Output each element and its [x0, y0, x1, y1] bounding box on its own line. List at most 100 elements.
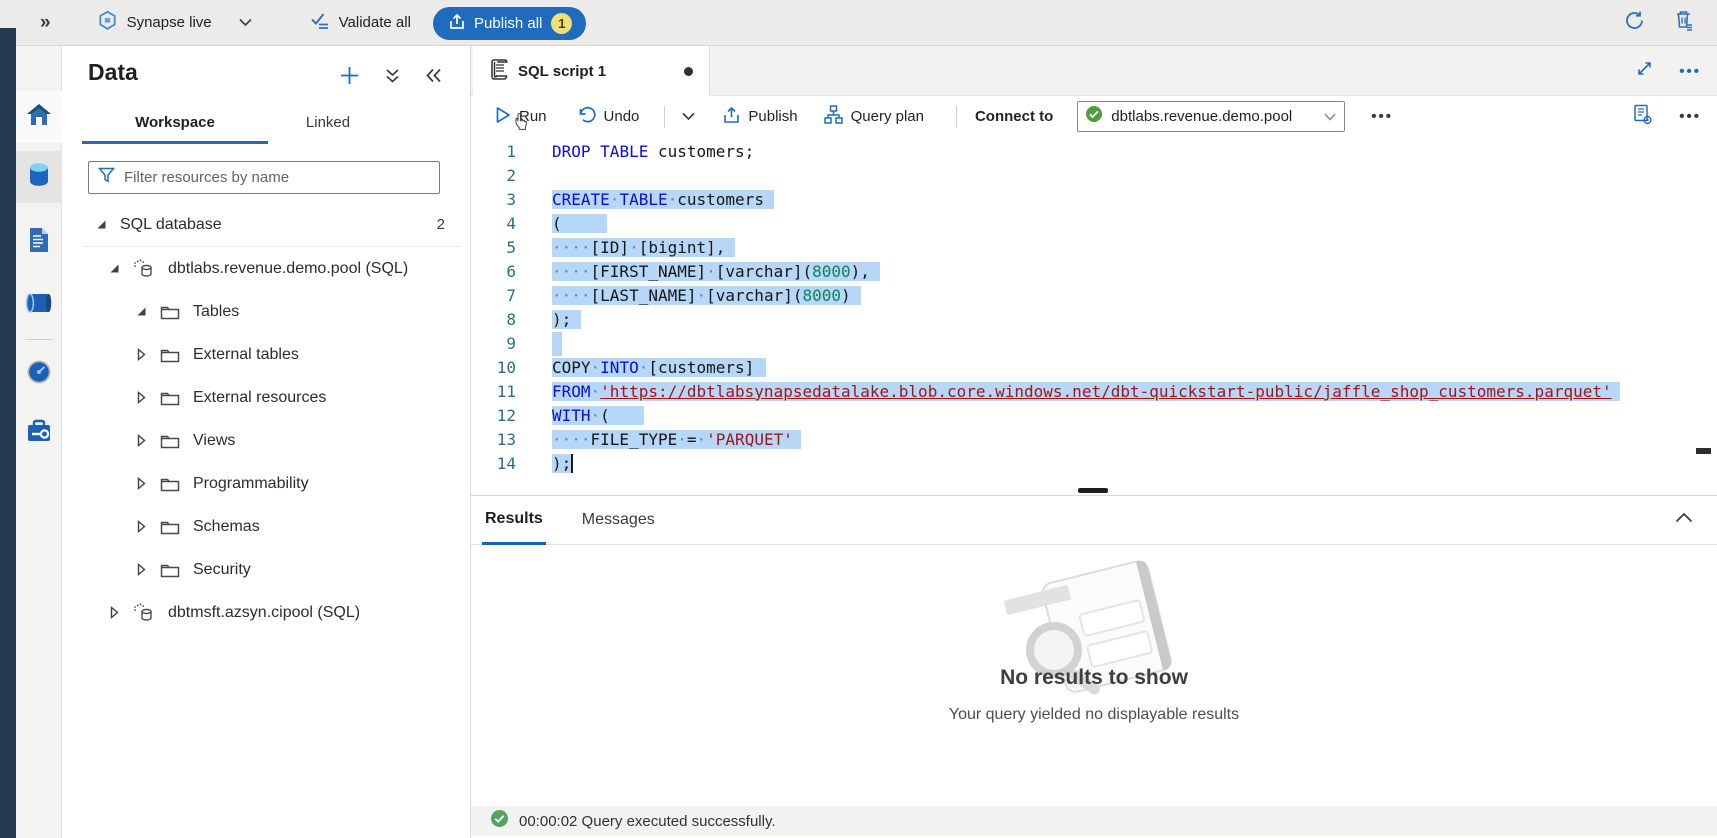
tree-item[interactable]: SQL database2	[62, 203, 471, 246]
code-line[interactable]: 6····[FIRST_NAME]·[varchar](8000),	[471, 260, 1717, 284]
folder-icon	[160, 476, 180, 492]
script-properties-icon[interactable]	[1633, 104, 1653, 130]
hub-home[interactable]	[16, 91, 62, 143]
expand-node-icon[interactable]	[135, 520, 147, 533]
object-tree: SQL database2dbtlabs.revenue.demo.pool (…	[62, 203, 471, 634]
unsaved-indicator	[684, 67, 693, 76]
code-line[interactable]: 10COPY·INTO·[customers]	[471, 356, 1717, 380]
expand-node-icon[interactable]	[108, 606, 120, 619]
tree-item[interactable]: Schemas	[62, 505, 471, 548]
panel-title: Data	[88, 59, 138, 86]
tree-item[interactable]: Programmability	[62, 462, 471, 505]
pool-status-check-icon	[1085, 105, 1103, 128]
tree-item[interactable]: Security	[62, 548, 471, 591]
collapse-panel-icon[interactable]	[426, 68, 442, 88]
resource-filter[interactable]	[88, 161, 440, 194]
expand-node-icon[interactable]	[135, 348, 147, 361]
expand-editor-icon[interactable]	[1636, 60, 1653, 82]
sql-pool-icon	[133, 603, 155, 622]
tree-item-label: External resources	[193, 389, 326, 407]
validate-all-button[interactable]: Validate all	[310, 12, 411, 34]
validate-label: Validate all	[339, 14, 411, 31]
tree-item-count: 2	[437, 216, 445, 233]
tree-item[interactable]: Views	[62, 419, 471, 462]
expand-node-icon[interactable]	[135, 391, 147, 404]
hub-integrate[interactable]	[16, 279, 62, 331]
publish-label: Publish	[748, 108, 797, 125]
tree-item[interactable]: External resources	[62, 376, 471, 419]
publish-all-label: Publish all	[474, 15, 542, 32]
code-line[interactable]: 9	[471, 332, 1717, 356]
code-line[interactable]: 14);	[471, 452, 1717, 476]
add-resource-icon[interactable]	[340, 66, 359, 90]
sql-script-icon	[489, 58, 508, 85]
undo-button[interactable]: Undo	[577, 106, 640, 128]
pane-splitter-handle[interactable]	[1078, 488, 1108, 493]
collapse-node-icon[interactable]	[108, 263, 120, 274]
tab-more-actions[interactable]: •••	[1679, 63, 1701, 80]
code-line[interactable]: 13····FILE_TYPE·=·'PARQUET'	[471, 428, 1717, 452]
editor-toolbar: Run Undo Publish	[471, 96, 1717, 137]
run-options-chevron-icon[interactable]	[682, 108, 695, 126]
code-text	[552, 332, 1717, 356]
tab-workspace[interactable]: Workspace	[82, 106, 268, 144]
tree-item[interactable]: dbtmsft.azsyn.cipool (SQL)	[62, 591, 471, 634]
publish-all-button[interactable]: Publish all 1	[433, 7, 586, 40]
hub-monitor[interactable]	[16, 348, 62, 400]
connect-to-label: Connect to	[975, 108, 1053, 125]
discard-trash-icon[interactable]	[1674, 9, 1695, 37]
filter-input[interactable]	[124, 169, 424, 186]
editor-scrollbar-thumb[interactable]	[1696, 448, 1711, 454]
main-area: SQL script 1 ••• Run U	[471, 46, 1717, 838]
expand-nav-icon[interactable]: »	[40, 12, 51, 34]
code-editor[interactable]: 1DROP TABLE customers;23CREATE·TABLE·cus…	[471, 137, 1717, 495]
tree-item[interactable]: Tables	[62, 290, 471, 333]
code-text: );	[552, 452, 1717, 476]
code-line[interactable]: 3CREATE·TABLE·customers	[471, 188, 1717, 212]
code-text: (	[552, 212, 1717, 236]
mode-selector[interactable]: Synapse live	[97, 10, 252, 36]
tab-messages[interactable]: Messages	[579, 496, 658, 545]
run-button[interactable]: Run	[495, 106, 547, 128]
tab-results[interactable]: Results	[482, 496, 546, 545]
pool-selector-dropdown[interactable]: dbtlabs.revenue.demo.pool	[1077, 101, 1345, 132]
folder-icon	[160, 304, 180, 320]
folder-icon	[160, 347, 180, 363]
collapse-node-icon[interactable]	[95, 219, 107, 230]
code-line[interactable]: 12WITH·(	[471, 404, 1717, 428]
expand-node-icon[interactable]	[135, 434, 147, 447]
code-line[interactable]: 4(	[471, 212, 1717, 236]
line-number: 8	[471, 308, 552, 332]
tree-item-label: Tables	[193, 303, 239, 321]
code-line[interactable]: 7····[LAST_NAME]·[varchar](8000)	[471, 284, 1717, 308]
collapse-all-icon[interactable]	[385, 68, 400, 89]
publish-button[interactable]: Publish	[723, 106, 797, 128]
code-text: FROM·'https://dbtlabsynapsedatalake.blob…	[552, 380, 1717, 404]
tab-linked[interactable]: Linked	[268, 106, 388, 144]
query-plan-button[interactable]: Query plan	[824, 105, 924, 128]
code-line[interactable]: 2	[471, 164, 1717, 188]
synapse-studio: » Synapse live Validate all Publish all …	[0, 0, 1717, 838]
hub-develop[interactable]	[16, 216, 62, 268]
expand-node-icon[interactable]	[135, 563, 147, 576]
toolbar-more-actions[interactable]: •••	[1371, 108, 1393, 125]
code-line[interactable]: 11FROM·'https://dbtlabsynapsedatalake.bl…	[471, 380, 1717, 404]
tree-item[interactable]: dbtlabs.revenue.demo.pool (SQL)	[62, 247, 471, 290]
code-text: COPY·INTO·[customers]	[552, 356, 1717, 380]
hub-manage[interactable]	[16, 407, 62, 459]
code-line[interactable]: 1DROP TABLE customers;	[471, 140, 1717, 164]
refresh-icon[interactable]	[1623, 9, 1646, 37]
collapse-results-chevron-icon[interactable]	[1675, 510, 1693, 528]
code-line[interactable]: 8);	[471, 308, 1717, 332]
hub-data[interactable]	[16, 151, 62, 203]
collapsed-nav-strip[interactable]	[0, 28, 16, 838]
expand-node-icon[interactable]	[135, 477, 147, 490]
tab-sql-script-1[interactable]: SQL script 1	[473, 46, 710, 96]
line-number: 11	[471, 380, 552, 404]
tree-item[interactable]: External tables	[62, 333, 471, 376]
collapse-node-icon[interactable]	[135, 306, 147, 317]
data-icon	[27, 162, 51, 193]
code-line[interactable]: 5····[ID]·[bigint],	[471, 236, 1717, 260]
chevron-down-icon	[239, 14, 252, 32]
editor-more-actions[interactable]: •••	[1679, 108, 1701, 125]
